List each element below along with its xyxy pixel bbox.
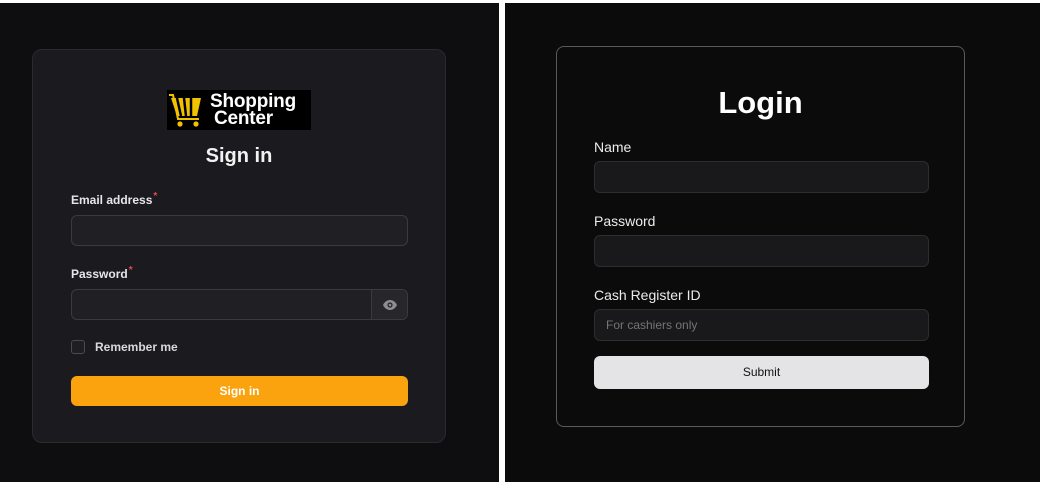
password-input[interactable] bbox=[72, 290, 371, 319]
password-field bbox=[71, 289, 408, 320]
login-card: Login Name Password Cash Register ID Sub… bbox=[556, 46, 965, 427]
password-label: Password bbox=[594, 213, 656, 229]
name-label: Name bbox=[594, 139, 632, 155]
login-title: Login bbox=[718, 85, 803, 120]
sign-in-button[interactable]: Sign in bbox=[71, 376, 408, 406]
password-label-text: Password bbox=[71, 267, 128, 281]
shopping-center-logo: Shopping Center bbox=[167, 90, 311, 130]
name-input[interactable] bbox=[594, 161, 929, 193]
sign-in-card: Shopping Center Sign in Email address* P… bbox=[32, 49, 446, 443]
required-asterisk: * bbox=[128, 265, 133, 276]
shopping-cart-icon bbox=[169, 94, 201, 127]
remember-me-checkbox[interactable] bbox=[71, 340, 85, 354]
logo-line-2: Center bbox=[214, 108, 273, 129]
show-password-button[interactable] bbox=[371, 290, 407, 319]
cash-register-label: Cash Register ID bbox=[594, 287, 701, 303]
password-label: Password* bbox=[71, 265, 133, 281]
sign-in-title: Sign in bbox=[205, 145, 273, 167]
submit-button[interactable]: Submit bbox=[594, 356, 929, 389]
right-panel: Login Name Password Cash Register ID Sub… bbox=[505, 3, 1040, 482]
email-input[interactable] bbox=[71, 215, 408, 246]
password-input[interactable] bbox=[594, 235, 929, 267]
logo-text: Shopping Center bbox=[210, 92, 296, 129]
email-label-text: Email address bbox=[71, 193, 153, 207]
left-panel: Shopping Center Sign in Email address* P… bbox=[0, 3, 499, 482]
email-label: Email address* bbox=[71, 191, 157, 207]
cash-register-input[interactable] bbox=[594, 309, 929, 341]
remember-me-label: Remember me bbox=[95, 340, 178, 354]
eye-icon bbox=[382, 299, 397, 310]
required-asterisk: * bbox=[153, 191, 158, 202]
